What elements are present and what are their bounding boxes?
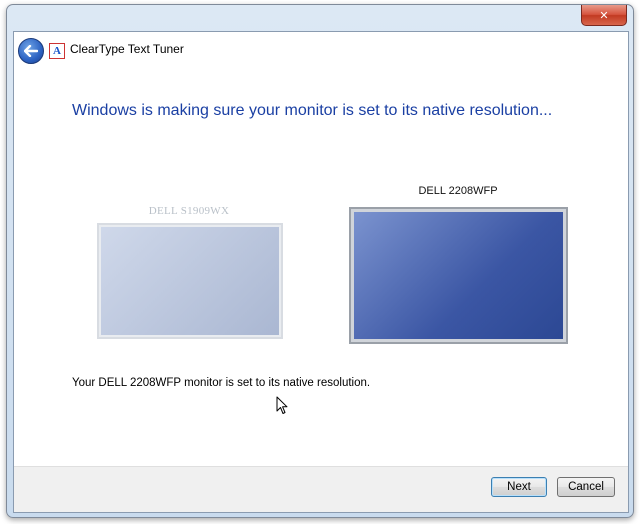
dialog-window: ✕ A ClearType Text Tuner Windows is maki…: [6, 4, 634, 518]
page-heading: Windows is making sure your monitor is s…: [72, 102, 553, 119]
mouse-cursor-icon: [276, 396, 288, 414]
next-button[interactable]: Next: [491, 477, 547, 497]
header-bar: A ClearType Text Tuner: [14, 32, 628, 68]
back-button[interactable]: [18, 38, 44, 64]
status-message: Your DELL 2208WFP monitor is set to its …: [72, 377, 371, 389]
back-arrow-icon: [24, 45, 38, 57]
close-button[interactable]: ✕: [581, 5, 627, 26]
close-icon: ✕: [599, 8, 609, 22]
monitor-inactive[interactable]: [97, 223, 283, 339]
cleartype-icon: A: [49, 43, 65, 59]
monitor-screen: [354, 212, 563, 339]
monitor-label-active: DELL 2208WFP: [418, 185, 498, 197]
monitor-label-inactive: DELL S1909WX: [148, 205, 230, 217]
dialog-footer: Next Cancel: [14, 466, 628, 512]
cancel-button[interactable]: Cancel: [557, 477, 615, 497]
dialog-content: A ClearType Text Tuner Windows is making…: [13, 31, 629, 513]
monitor-screen: [101, 227, 279, 335]
monitor-active[interactable]: [349, 207, 568, 344]
window-title: ClearType Text Tuner: [70, 42, 184, 56]
